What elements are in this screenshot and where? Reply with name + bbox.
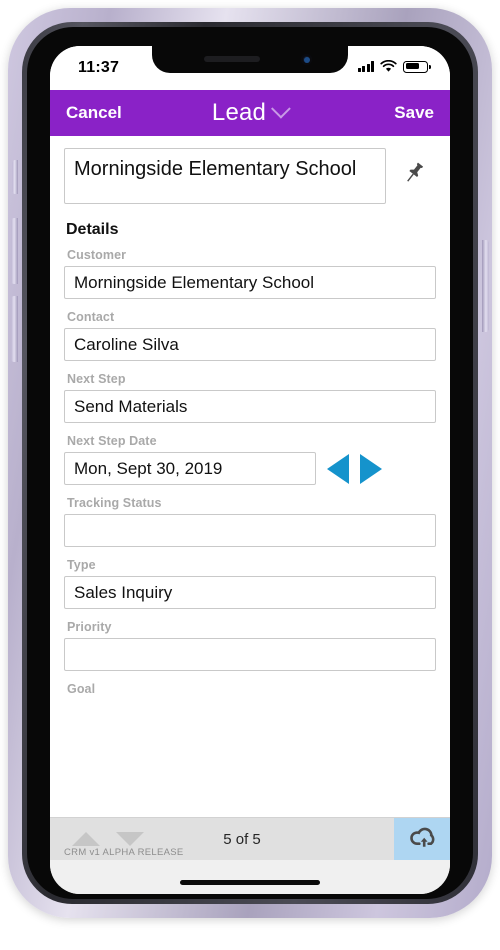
app-navigation-bar: Cancel Lead Save xyxy=(50,90,450,136)
field-label: Type xyxy=(67,558,96,572)
field-label: Priority xyxy=(67,620,112,634)
field-row: Caroline Silva xyxy=(64,328,436,361)
field-tracking-status: Tracking Status xyxy=(64,496,436,547)
field-input[interactable]: Send Materials xyxy=(64,390,436,423)
field-type: Type Sales Inquiry xyxy=(64,558,436,609)
power-button[interactable] xyxy=(482,240,489,332)
battery-icon xyxy=(403,60,431,73)
details-field-list: Customer Morningside Elementary School Con… xyxy=(64,248,436,671)
field-row xyxy=(64,514,436,547)
phone-frame: 11:37 Cancel Lead Save Morningside Eleme… xyxy=(8,8,492,918)
field-row: Send Materials xyxy=(64,390,436,423)
field-label: Customer xyxy=(67,248,127,262)
field-row: Mon, Sept 30, 2019 xyxy=(64,452,436,485)
release-note-text: CRM v1 ALPHA RELEASE xyxy=(64,847,184,858)
field-row xyxy=(64,638,436,671)
cancel-button[interactable]: Cancel xyxy=(66,103,122,123)
record-title-input[interactable]: Morningside Elementary School xyxy=(64,148,386,204)
front-camera xyxy=(301,54,312,65)
pushpin-icon xyxy=(407,162,424,182)
field-input[interactable] xyxy=(64,638,436,671)
field-input[interactable]: Mon, Sept 30, 2019 xyxy=(64,452,316,485)
home-indicator[interactable] xyxy=(180,880,320,885)
volume-up-button[interactable] xyxy=(11,218,18,284)
field-input[interactable] xyxy=(64,514,436,547)
field-input[interactable]: Caroline Silva xyxy=(64,328,436,361)
triangle-right-icon[interactable] xyxy=(360,453,382,484)
field-priority: Priority xyxy=(64,620,436,671)
record-type-selector[interactable]: Lead xyxy=(211,98,292,127)
field-label-goal: Goal xyxy=(67,682,96,696)
triangle-down-icon[interactable] xyxy=(116,832,144,846)
field-label: Contact xyxy=(67,310,115,324)
field-next-step: Next Step Send Materials xyxy=(64,372,436,423)
field-input[interactable]: Sales Inquiry xyxy=(64,576,436,609)
earpiece-speaker xyxy=(204,56,260,62)
field-label: Tracking Status xyxy=(67,496,162,510)
field-input[interactable]: Morningside Elementary School xyxy=(64,266,436,299)
cellular-signal-icon xyxy=(357,61,374,72)
triangle-left-icon[interactable] xyxy=(327,453,349,484)
record-stepper-group xyxy=(50,832,144,846)
cloud-upload-icon xyxy=(410,827,435,847)
mute-switch-button[interactable] xyxy=(12,160,18,194)
field-label: Next Step Date xyxy=(67,434,157,448)
field-contact: Contact Caroline Silva xyxy=(64,310,436,361)
phone-screen: 11:37 Cancel Lead Save Morningside Eleme… xyxy=(50,46,450,894)
field-next-step-date: Next Step Date Mon, Sept 30, 2019 xyxy=(64,434,436,485)
home-indicator-area xyxy=(50,860,450,894)
wifi-icon xyxy=(380,60,397,72)
page-title: Lead xyxy=(211,99,267,126)
record-counter: 5 of 5 xyxy=(223,830,261,848)
device-notch xyxy=(152,46,348,73)
volume-down-button[interactable] xyxy=(11,296,18,362)
section-heading-details: Details xyxy=(66,221,119,238)
record-title-row: Morningside Elementary School xyxy=(64,136,436,204)
field-row: Sales Inquiry xyxy=(64,576,436,609)
pin-button[interactable] xyxy=(392,148,436,198)
form-scroll-area[interactable]: Morningside Elementary School Details Cu… xyxy=(50,136,450,818)
status-bar-indicators xyxy=(357,60,431,73)
sync-button[interactable] xyxy=(394,818,450,860)
triangle-up-icon[interactable] xyxy=(72,832,100,846)
chevron-down-icon xyxy=(271,98,292,119)
field-customer: Customer Morningside Elementary School xyxy=(64,248,436,299)
field-label: Next Step xyxy=(67,372,126,386)
status-bar-time: 11:37 xyxy=(78,59,120,76)
save-button[interactable]: Save xyxy=(394,103,434,123)
field-goal-partial: Goal xyxy=(64,682,436,696)
field-row: Morningside Elementary School xyxy=(64,266,436,299)
